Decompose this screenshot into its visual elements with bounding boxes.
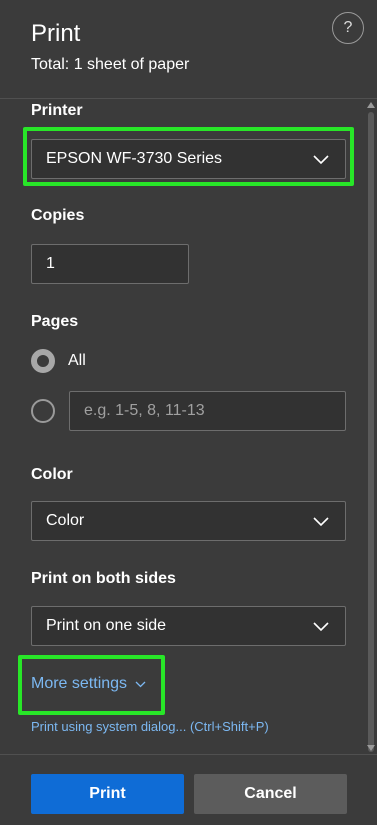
pages-label: Pages xyxy=(31,313,79,330)
pages-range-placeholder: e.g. 1-5, 8, 11-13 xyxy=(84,402,205,419)
dialog-title: Print xyxy=(31,20,81,47)
scrollbar-thumb[interactable] xyxy=(368,112,374,752)
help-icon: ? xyxy=(343,19,353,36)
copies-input[interactable]: 1 xyxy=(31,244,189,284)
pages-range-input[interactable]: e.g. 1-5, 8, 11-13 xyxy=(69,391,346,431)
copies-value: 1 xyxy=(46,255,55,272)
color-label: Color xyxy=(31,466,73,483)
color-select-value: Color xyxy=(46,512,85,529)
sheet-count: Total: 1 sheet of paper xyxy=(31,56,190,73)
chevron-down-icon xyxy=(313,622,329,632)
cancel-button[interactable]: Cancel xyxy=(194,774,347,814)
more-settings-highlight xyxy=(18,655,165,715)
help-button[interactable]: ? xyxy=(332,12,364,44)
copies-label: Copies xyxy=(31,207,85,224)
duplex-select[interactable]: Print on one side xyxy=(31,606,346,646)
duplex-select-value: Print on one side xyxy=(46,617,167,634)
dialog-footer: Print Cancel xyxy=(0,755,377,825)
pages-custom-radio[interactable] xyxy=(31,399,55,423)
duplex-label: Print on both sides xyxy=(31,570,176,587)
chevron-down-icon xyxy=(313,517,329,527)
pages-all-label: All xyxy=(68,352,86,369)
pages-all-radio[interactable] xyxy=(31,349,55,373)
printer-label: Printer xyxy=(31,102,83,119)
settings-panel: Printer EPSON WF-3730 Series Copies 1 Pa… xyxy=(0,99,377,754)
system-dialog-link[interactable]: Print using system dialog... (Ctrl+Shift… xyxy=(31,719,269,734)
color-select[interactable]: Color xyxy=(31,501,346,541)
printer-highlight xyxy=(23,127,354,186)
scroll-up-arrow-icon[interactable] xyxy=(366,101,376,109)
dialog-header: Print Total: 1 sheet of paper ? xyxy=(0,0,377,98)
scroll-down-arrow-icon[interactable] xyxy=(366,744,376,752)
print-button[interactable]: Print xyxy=(31,774,184,814)
